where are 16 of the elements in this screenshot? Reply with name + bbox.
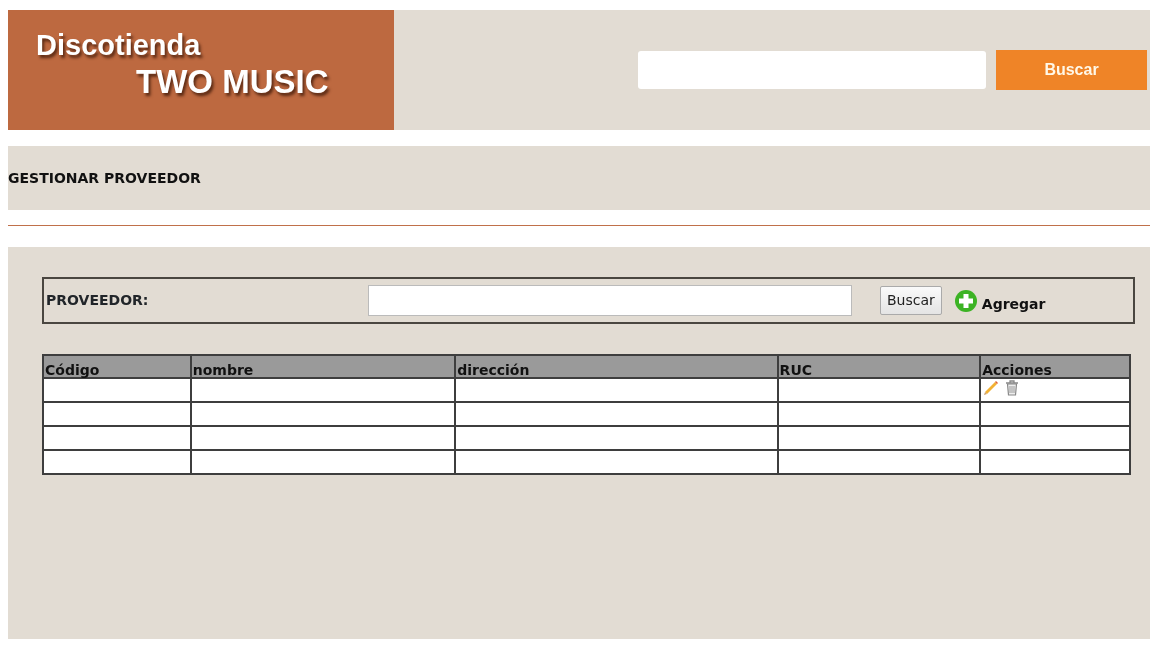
search-field[interactable] (638, 51, 986, 89)
column-header: Acciones (980, 355, 1130, 378)
add-link[interactable]: Agregar (953, 288, 1046, 313)
field-label: PROVEEDOR: (46, 291, 150, 310)
trash-icon[interactable] (1004, 379, 1021, 397)
logo-title: Discotienda (36, 28, 201, 62)
supplier-field[interactable] (368, 285, 852, 316)
search-button[interactable]: Buscar (880, 286, 942, 315)
column-header: nombre (190, 355, 456, 378)
page-title: GESTIONAR PROVEEDOR (8, 168, 201, 188)
column-header: dirección (455, 355, 778, 378)
pencil-icon[interactable] (982, 379, 1001, 397)
column-header: Código (43, 355, 191, 378)
column-header: RUC (777, 355, 981, 378)
plus-icon (953, 288, 978, 313)
logo-subtitle: TWO MUSIC (136, 62, 329, 102)
